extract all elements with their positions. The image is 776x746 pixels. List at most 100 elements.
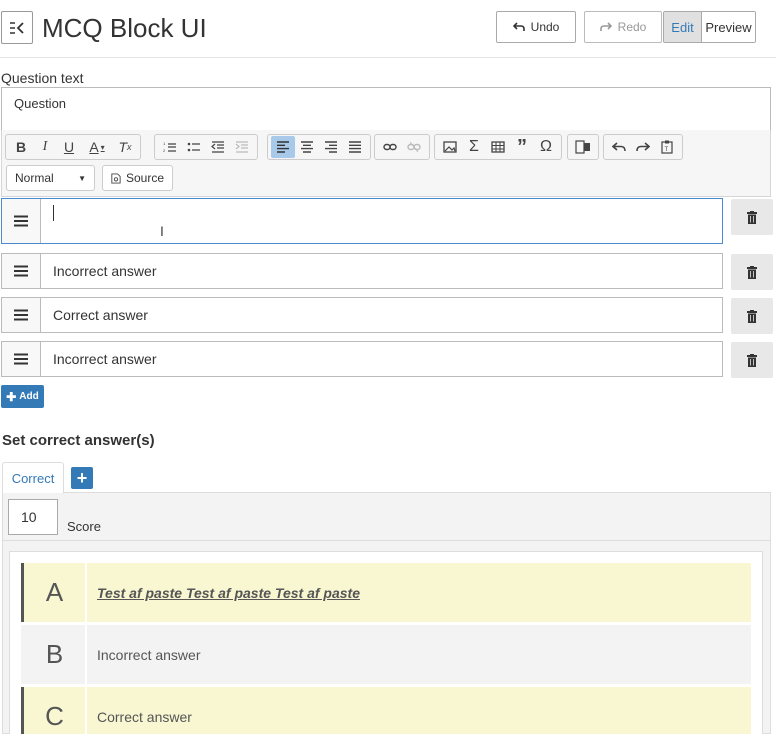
numbered-list-icon[interactable]: 12 [158, 136, 182, 158]
decrease-indent-icon[interactable] [206, 136, 230, 158]
answer-input[interactable]: Incorrect answer [41, 342, 722, 376]
tab-correct[interactable]: Correct [2, 462, 64, 494]
redo-label: Redo [617, 20, 647, 34]
drag-handle-icon [14, 309, 28, 321]
bold-icon[interactable]: B [9, 136, 33, 158]
plus-icon: ✚ [6, 389, 17, 404]
undo-label: Undo [530, 20, 560, 34]
delete-answer-button[interactable] [731, 199, 773, 235]
trash-icon [747, 210, 757, 224]
special-char-icon[interactable]: Ω [534, 136, 558, 158]
link-icon[interactable] [378, 136, 402, 158]
answer-input[interactable]: Correct answer [41, 298, 722, 332]
toolbar-group-template [567, 134, 599, 160]
correct-answers-heading: Set correct answer(s) [2, 432, 155, 449]
toolbar-group-links [374, 134, 430, 160]
italic-icon[interactable]: I [33, 136, 57, 158]
edit-tab[interactable]: Edit [664, 12, 702, 42]
drag-handle[interactable] [2, 342, 41, 376]
paste-text-icon[interactable]: T [655, 136, 679, 158]
text-caret [53, 205, 54, 221]
text-color-icon[interactable]: A ▾ [81, 136, 113, 158]
delete-answer-button[interactable] [731, 298, 773, 334]
preview-tab[interactable]: Preview [702, 12, 755, 42]
formula-icon[interactable]: Σ [462, 136, 486, 158]
image-icon[interactable] [438, 136, 462, 158]
answer-row: Correct answer [1, 297, 723, 333]
collapse-sidebar-button[interactable] [1, 11, 33, 44]
drag-handle-icon [14, 353, 28, 365]
source-icon [111, 172, 121, 184]
toolbar-group-basic: B I U A ▾ Tx [5, 134, 141, 160]
toolbar-group-align [267, 134, 371, 160]
text-cursor-icon: I [160, 223, 164, 239]
choice-option[interactable]: A Test af paste Test af paste Test af pa… [21, 563, 751, 622]
choice-letter: A [24, 563, 87, 622]
toolbar-group-history: T [603, 134, 683, 160]
svg-text:2: 2 [163, 148, 166, 153]
answer-input[interactable]: I [41, 199, 722, 243]
add-tab-button[interactable]: + [71, 467, 93, 489]
redo-icon [599, 22, 612, 31]
header-divider [0, 57, 776, 58]
trash-icon [747, 309, 757, 323]
plus-icon: + [76, 467, 88, 488]
align-center-icon[interactable] [295, 136, 319, 158]
choice-text: Test af paste Test af paste Test af past… [97, 584, 360, 601]
template-icon[interactable] [571, 136, 595, 158]
answer-row: Incorrect answer [1, 341, 723, 377]
add-answer-button[interactable]: ✚ Add [1, 385, 44, 408]
edit-preview-toggle: Edit Preview [663, 11, 756, 43]
drag-handle[interactable] [2, 298, 41, 332]
toolbar-group-lists: 12 [154, 134, 258, 160]
format-select[interactable]: Normal ▼ [6, 165, 95, 191]
question-label: Question text [1, 70, 84, 86]
format-select-value: Normal [15, 171, 54, 185]
justify-icon[interactable] [343, 136, 367, 158]
svg-text:1: 1 [163, 141, 166, 146]
answer-input[interactable]: Incorrect answer [41, 254, 722, 288]
underline-icon[interactable]: U [57, 136, 81, 158]
delete-answer-button[interactable] [731, 342, 773, 378]
answer-row: I [1, 198, 723, 244]
toolbar-redo-icon[interactable] [631, 136, 655, 158]
undo-icon [512, 22, 525, 31]
source-label: Source [125, 171, 164, 185]
source-button[interactable]: Source [102, 165, 173, 191]
table-icon[interactable] [486, 136, 510, 158]
score-input[interactable]: 10 [8, 499, 58, 535]
score-label: Score [67, 519, 101, 534]
bulleted-list-icon[interactable] [182, 136, 206, 158]
drag-handle-icon [14, 265, 28, 277]
trash-icon [747, 265, 757, 279]
panel-divider [2, 540, 771, 541]
choice-text: Incorrect answer [97, 646, 201, 663]
drag-handle-icon [14, 215, 28, 227]
question-input[interactable]: Question [1, 87, 771, 131]
trash-icon [747, 353, 757, 367]
remove-format-icon[interactable]: Tx [113, 136, 137, 158]
increase-indent-icon[interactable] [230, 136, 254, 158]
choice-option[interactable]: C Correct answer [21, 687, 751, 746]
undo-button[interactable]: Undo [496, 11, 576, 43]
toolbar-undo-icon[interactable] [607, 136, 631, 158]
choice-text: Correct answer [97, 708, 192, 725]
align-left-icon[interactable] [271, 136, 295, 158]
svg-text:T: T [665, 147, 669, 153]
blockquote-icon[interactable]: ” [510, 136, 534, 158]
chevron-down-icon: ▼ [78, 173, 86, 183]
add-answer-label: Add [19, 391, 39, 402]
delete-answer-button[interactable] [731, 254, 773, 290]
drag-handle[interactable] [2, 199, 41, 243]
unlink-icon[interactable] [402, 136, 426, 158]
answer-row: Incorrect answer [1, 253, 723, 289]
collapse-left-icon [10, 21, 24, 34]
toolbar-group-insert: Σ ” Ω [434, 134, 562, 160]
drag-handle[interactable] [2, 254, 41, 288]
page-title: MCQ Block UI [42, 13, 207, 43]
redo-button[interactable]: Redo [584, 11, 662, 43]
choice-letter: C [24, 687, 87, 746]
choice-option[interactable]: B Incorrect answer [21, 625, 751, 684]
choice-letter: B [24, 625, 87, 684]
align-right-icon[interactable] [319, 136, 343, 158]
